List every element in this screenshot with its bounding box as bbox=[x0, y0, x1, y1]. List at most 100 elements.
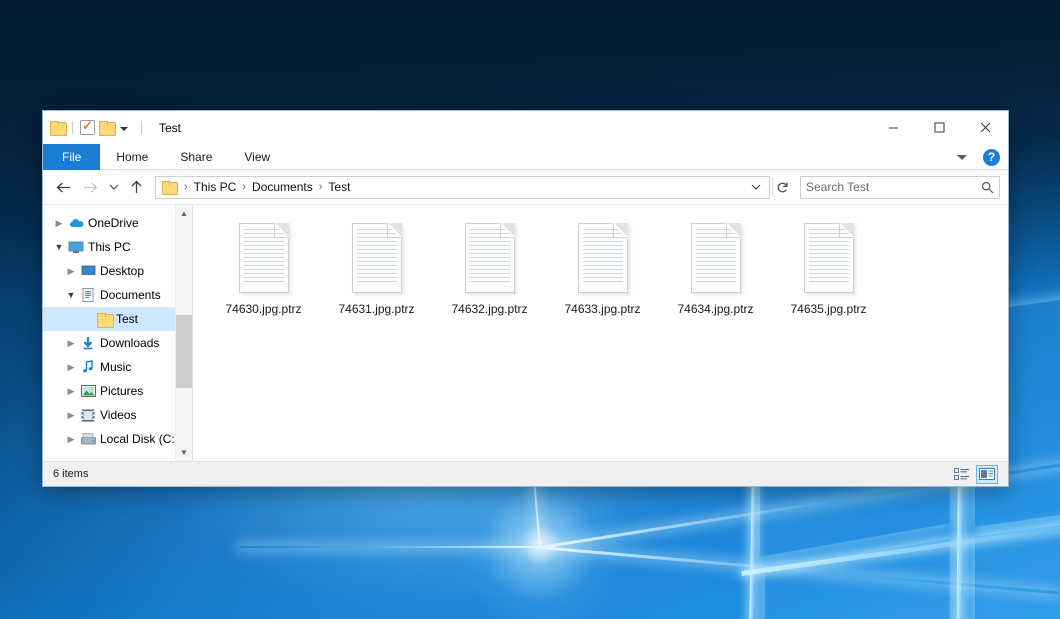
ribbon-right-controls: ? bbox=[957, 144, 1004, 170]
item-count-label: 6 items bbox=[53, 468, 88, 480]
downloads-arrow-icon bbox=[79, 336, 97, 350]
breadcrumb-item-test[interactable]: Test bbox=[326, 180, 352, 194]
sidebar-item-videos[interactable]: ▶ Videos bbox=[43, 403, 192, 427]
large-icons-view-icon[interactable] bbox=[976, 465, 998, 484]
scrollbar-thumb[interactable] bbox=[176, 315, 193, 388]
sidebar-item-label: Documents bbox=[100, 288, 161, 302]
details-view-icon[interactable] bbox=[951, 465, 973, 484]
videos-film-icon bbox=[79, 409, 97, 422]
scrollbar-track[interactable] bbox=[176, 222, 193, 444]
scroll-down-icon[interactable]: ▼ bbox=[176, 444, 193, 461]
breadcrumb-separator: › bbox=[315, 181, 327, 193]
sidebar-item-label: Desktop bbox=[100, 264, 144, 278]
chevron-right-icon[interactable]: ▶ bbox=[63, 362, 79, 373]
chevron-right-icon[interactable]: ▶ bbox=[63, 266, 79, 277]
chevron-right-icon[interactable]: ▶ bbox=[63, 386, 79, 397]
window-controls bbox=[870, 111, 1008, 144]
tab-share[interactable]: Share bbox=[164, 144, 228, 170]
sidebar-scrollbar[interactable]: ▲ ▼ bbox=[175, 205, 192, 461]
sidebar-item-label: Downloads bbox=[100, 336, 159, 350]
quick-access-toolbar: Test bbox=[43, 120, 181, 135]
file-list-view[interactable]: 74630.jpg.ptrz 74631.jpg.ptrz bbox=[193, 205, 1008, 461]
file-item[interactable]: 74632.jpg.ptrz bbox=[433, 219, 546, 329]
file-item[interactable]: 74634.jpg.ptrz bbox=[659, 219, 772, 329]
breadcrumb[interactable]: › This PC › Documents › Test bbox=[155, 176, 770, 199]
sidebar-item-local-disk-c[interactable]: ▶ Local Disk (C:) bbox=[43, 427, 192, 451]
file-item[interactable]: 74631.jpg.ptrz bbox=[320, 219, 433, 329]
search-icon bbox=[981, 181, 994, 194]
file-name-label: 74635.jpg.ptrz bbox=[790, 302, 866, 316]
recent-locations-icon[interactable] bbox=[105, 175, 122, 200]
sidebar-item-this-pc[interactable]: ▼ This PC bbox=[43, 235, 192, 259]
previous-locations-icon[interactable] bbox=[747, 177, 765, 197]
file-item[interactable]: 74635.jpg.ptrz bbox=[772, 219, 885, 329]
help-icon[interactable]: ? bbox=[983, 149, 1000, 166]
file-grid: 74630.jpg.ptrz 74631.jpg.ptrz bbox=[207, 219, 1008, 329]
status-bar: 6 items bbox=[43, 461, 1008, 486]
sidebar-item-desktop[interactable]: ▶ Desktop bbox=[43, 259, 192, 283]
breadcrumb-item-documents[interactable]: Documents bbox=[250, 180, 315, 194]
forward-button[interactable] bbox=[78, 175, 103, 200]
close-button[interactable] bbox=[962, 111, 1008, 144]
chevron-down-icon[interactable]: ▼ bbox=[63, 290, 79, 300]
sidebar-item-label: Test bbox=[116, 312, 138, 326]
chevron-right-icon[interactable]: ▶ bbox=[51, 218, 67, 229]
breadcrumb-separator: › bbox=[180, 181, 192, 193]
chevron-right-icon[interactable]: ▶ bbox=[63, 434, 79, 445]
maximize-button[interactable] bbox=[916, 111, 962, 144]
sidebar-item-downloads[interactable]: ▶ Downloads bbox=[43, 331, 192, 355]
sidebar-item-label: Local Disk (C:) bbox=[100, 432, 179, 446]
navigation-pane: ▶ OneDrive ▼ This PC ▶ Desktop bbox=[43, 205, 193, 461]
chevron-down-icon[interactable] bbox=[957, 155, 967, 160]
sidebar-item-test[interactable]: Test bbox=[43, 307, 192, 331]
music-note-icon bbox=[79, 360, 97, 374]
chevron-right-icon[interactable]: ▶ bbox=[63, 338, 79, 349]
minimize-button[interactable] bbox=[870, 111, 916, 144]
sidebar-item-label: Pictures bbox=[100, 384, 143, 398]
scroll-up-icon[interactable]: ▲ bbox=[176, 205, 193, 222]
generic-document-icon bbox=[574, 221, 632, 295]
breadcrumb-item-this-pc[interactable]: This PC bbox=[192, 180, 239, 194]
address-bar-right bbox=[747, 177, 765, 197]
file-name-label: 74632.jpg.ptrz bbox=[451, 302, 527, 316]
file-name-label: 74631.jpg.ptrz bbox=[338, 302, 414, 316]
chevron-right-icon[interactable]: ▶ bbox=[63, 410, 79, 421]
sidebar-item-documents[interactable]: ▼ Documents bbox=[43, 283, 192, 307]
file-explorer-window: Test File Home Share View ? bbox=[42, 110, 1009, 487]
generic-document-icon bbox=[348, 221, 406, 295]
toolbar-divider bbox=[72, 121, 73, 134]
file-name-label: 74633.jpg.ptrz bbox=[564, 302, 640, 316]
ribbon-tab-bar: File Home Share View ? bbox=[43, 144, 1008, 170]
refresh-icon[interactable] bbox=[772, 177, 792, 197]
sidebar-item-label: Music bbox=[100, 360, 131, 374]
generic-document-icon bbox=[461, 221, 519, 295]
onedrive-cloud-icon bbox=[67, 217, 85, 229]
documents-icon bbox=[79, 288, 97, 302]
generic-document-icon bbox=[235, 221, 293, 295]
tab-file[interactable]: File bbox=[43, 144, 100, 170]
file-item[interactable]: 74630.jpg.ptrz bbox=[207, 219, 320, 329]
hard-disk-icon bbox=[79, 433, 97, 445]
breadcrumb-folder-icon bbox=[162, 181, 176, 193]
file-item[interactable]: 74633.jpg.ptrz bbox=[546, 219, 659, 329]
chevron-down-icon[interactable]: ▼ bbox=[51, 242, 67, 252]
tab-home[interactable]: Home bbox=[100, 144, 164, 170]
sidebar-item-pictures[interactable]: ▶ Pictures bbox=[43, 379, 192, 403]
sidebar-item-music[interactable]: ▶ Music bbox=[43, 355, 192, 379]
window-body: ▶ OneDrive ▼ This PC ▶ Desktop bbox=[43, 204, 1008, 461]
title-divider bbox=[141, 121, 142, 134]
sidebar-item-onedrive[interactable]: ▶ OneDrive bbox=[43, 211, 192, 235]
up-button[interactable] bbox=[124, 175, 149, 200]
customize-dropdown-icon[interactable] bbox=[120, 127, 128, 131]
pictures-icon bbox=[79, 385, 97, 397]
generic-document-icon bbox=[687, 221, 745, 295]
tab-view[interactable]: View bbox=[228, 144, 286, 170]
folder-icon[interactable] bbox=[50, 121, 65, 134]
back-button[interactable] bbox=[51, 175, 76, 200]
file-name-label: 74630.jpg.ptrz bbox=[225, 302, 301, 316]
search-box[interactable] bbox=[800, 176, 1000, 199]
new-folder-icon[interactable] bbox=[99, 121, 114, 134]
folder-icon bbox=[95, 313, 113, 326]
properties-icon[interactable] bbox=[80, 120, 95, 135]
search-input[interactable] bbox=[806, 180, 981, 194]
